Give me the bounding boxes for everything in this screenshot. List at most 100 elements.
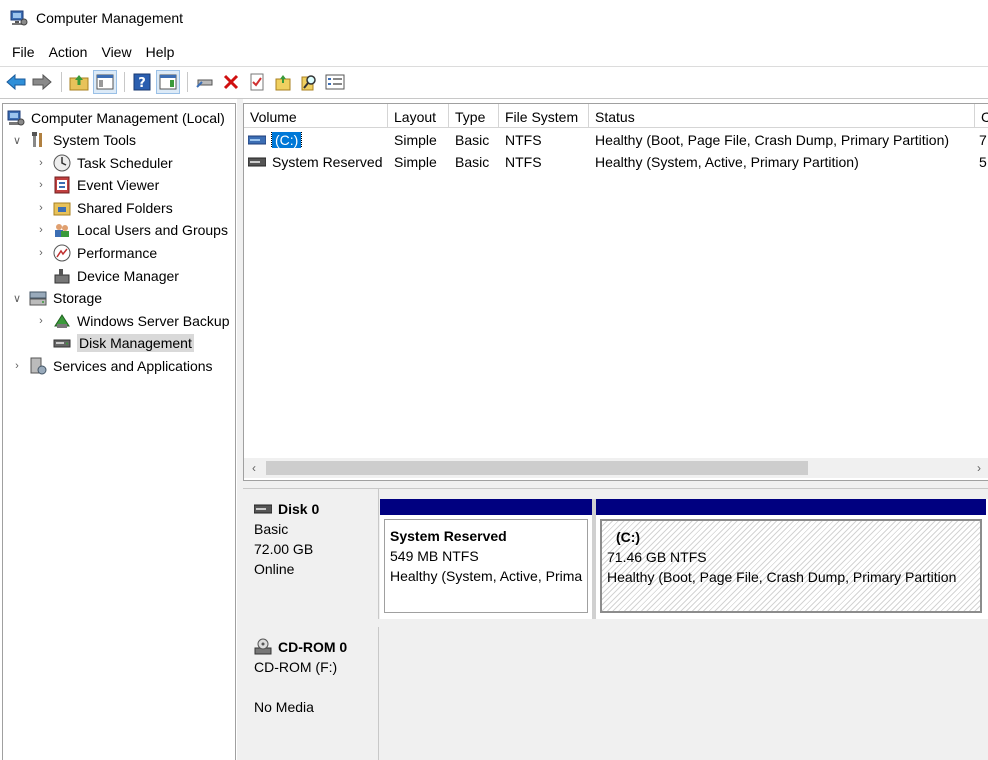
clock-icon	[53, 154, 71, 172]
volume-drive-icon	[248, 135, 266, 145]
volume-type: Basic	[455, 132, 490, 148]
computer-management-icon	[10, 10, 28, 26]
tree-item-system-tools[interactable]: ∨ System Tools	[11, 129, 136, 151]
chevron-right-icon[interactable]: ›	[35, 179, 47, 191]
list-button[interactable]	[323, 70, 347, 94]
scroll-right-icon[interactable]: ›	[969, 458, 988, 478]
list-icon	[325, 74, 345, 89]
show-hide-tree-button[interactable]	[93, 69, 117, 94]
volume-file-system: NTFS	[505, 154, 542, 170]
tree-item-windows-server-backup[interactable]: › Windows Server Backup	[35, 310, 230, 332]
menu-view[interactable]: View	[94, 40, 138, 64]
forward-button[interactable]	[30, 70, 54, 94]
chevron-down-icon[interactable]: ∨	[11, 134, 23, 147]
disk-name: Disk 0	[278, 501, 320, 517]
column-header-file-system[interactable]: File System	[499, 104, 589, 128]
search-icon	[301, 74, 316, 90]
tree-label: System Tools	[53, 132, 136, 148]
back-button[interactable]	[4, 70, 28, 94]
disk-size: 72.00 GB	[254, 541, 314, 557]
volume-layout: Simple	[394, 154, 437, 170]
forward-arrow-icon	[32, 73, 52, 90]
window-title: Computer Management	[36, 10, 184, 26]
disk-0-label[interactable]: Disk 0 Basic 72.00 GB Online	[243, 489, 379, 619]
toolbar: ?	[0, 66, 988, 96]
storage-icon	[29, 291, 47, 306]
menu-file[interactable]: File	[5, 40, 42, 64]
toolbar-separator	[61, 71, 62, 92]
column-header-layout[interactable]: Layout	[388, 104, 449, 128]
chevron-right-icon[interactable]: ›	[11, 360, 23, 372]
chevron-right-icon[interactable]: ›	[35, 224, 47, 236]
column-header-capacity[interactable]: C	[975, 104, 988, 128]
chevron-right-icon[interactable]: ›	[35, 315, 47, 327]
menu-bar: File Action View Help	[0, 40, 181, 64]
tree-label: Disk Management	[77, 334, 194, 352]
properties-icon	[250, 73, 264, 90]
partition-name: (C:)	[616, 529, 641, 545]
show-hide-action-pane-icon	[159, 74, 177, 89]
horizontal-scrollbar[interactable]: ‹ ›	[244, 458, 988, 478]
users-icon	[55, 224, 69, 237]
show-hide-action-pane-button[interactable]	[156, 69, 180, 94]
column-header-status[interactable]: Status	[589, 104, 975, 128]
tree-item-local-users-and-groups[interactable]: › Local Users and Groups	[35, 219, 228, 241]
tree-item-shared-folders[interactable]: › Shared Folders	[35, 197, 173, 219]
backup-icon	[54, 314, 70, 328]
hard-disk-icon	[254, 504, 272, 514]
partition-size: 549 MB NTFS	[390, 548, 479, 564]
volume-name: (C:)	[270, 132, 303, 148]
partition-bar	[596, 499, 986, 515]
tree-label: Computer Management (Local)	[31, 110, 225, 126]
tree-label: Windows Server Backup	[77, 313, 230, 329]
scroll-left-icon[interactable]: ‹	[244, 458, 264, 478]
disk-name: CD-ROM 0	[278, 639, 348, 655]
up-one-level-button[interactable]	[67, 70, 91, 94]
folder-button[interactable]	[271, 70, 295, 94]
tree-item-performance[interactable]: › Performance	[35, 242, 157, 264]
column-header-type[interactable]: Type	[449, 104, 499, 128]
scrollbar-thumb[interactable]	[266, 461, 808, 475]
column-header-volume[interactable]: Volume	[244, 104, 388, 128]
volume-row[interactable]: (C:) Simple Basic NTFS Healthy (Boot, Pa…	[244, 129, 988, 151]
pane-splitter-horizontal[interactable]	[243, 481, 988, 489]
tree-item-device-manager[interactable]: Device Manager	[53, 265, 179, 287]
tree-label: Shared Folders	[77, 200, 173, 216]
chevron-right-icon[interactable]: ›	[35, 202, 47, 214]
tree-label: Services and Applications	[53, 358, 213, 374]
volume-file-system: NTFS	[505, 132, 542, 148]
tree-item-disk-management[interactable]: Disk Management	[53, 332, 194, 354]
volume-layout: Simple	[394, 132, 437, 148]
column-headers: Volume Layout Type File System Status C	[244, 104, 988, 128]
event-viewer-icon	[54, 176, 70, 194]
computer-management-icon	[7, 110, 25, 126]
volume-capacity: 5	[979, 154, 987, 170]
volume-status: Healthy (Boot, Page File, Crash Dump, Pr…	[595, 132, 950, 148]
chevron-right-icon[interactable]: ›	[35, 157, 47, 169]
cdrom-drive: CD-ROM (F:)	[254, 659, 338, 675]
tree-item-task-scheduler[interactable]: › Task Scheduler	[35, 152, 173, 174]
tree-item-services-and-applications[interactable]: › Services and Applications	[11, 355, 213, 377]
volume-row[interactable]: System Reserved Simple Basic NTFS Health…	[244, 151, 988, 173]
chevron-down-icon[interactable]: ∨	[11, 292, 23, 305]
services-icon	[30, 357, 47, 375]
back-arrow-icon	[6, 73, 26, 90]
cdrom-media: No Media	[254, 699, 314, 715]
help-button[interactable]: ?	[130, 70, 154, 94]
search-button[interactable]	[297, 70, 321, 94]
properties-button[interactable]	[245, 70, 269, 94]
partition-status: Healthy (System, Active, Prima	[390, 568, 583, 584]
tree-item-storage[interactable]: ∨ Storage	[11, 287, 102, 309]
tree-item-computer-management[interactable]: Computer Management (Local)	[7, 107, 225, 129]
partition-c-drive[interactable]: (C:) 71.46 GB NTFS Healthy (Boot, Page F…	[596, 499, 986, 619]
toolbar-separator	[124, 71, 125, 92]
delete-button[interactable]	[219, 70, 243, 94]
menu-help[interactable]: Help	[139, 40, 182, 64]
tree-item-event-viewer[interactable]: › Event Viewer	[35, 174, 159, 196]
disk-state: Online	[254, 561, 295, 577]
connect-button[interactable]	[193, 70, 217, 94]
chevron-right-icon[interactable]: ›	[35, 247, 47, 259]
cdrom-0-label[interactable]: CD-ROM 0 CD-ROM (F:) No Media	[243, 627, 379, 760]
partition-system-reserved[interactable]: System Reserved 549 MB NTFS Healthy (Sys…	[380, 499, 592, 619]
menu-action[interactable]: Action	[42, 40, 95, 64]
